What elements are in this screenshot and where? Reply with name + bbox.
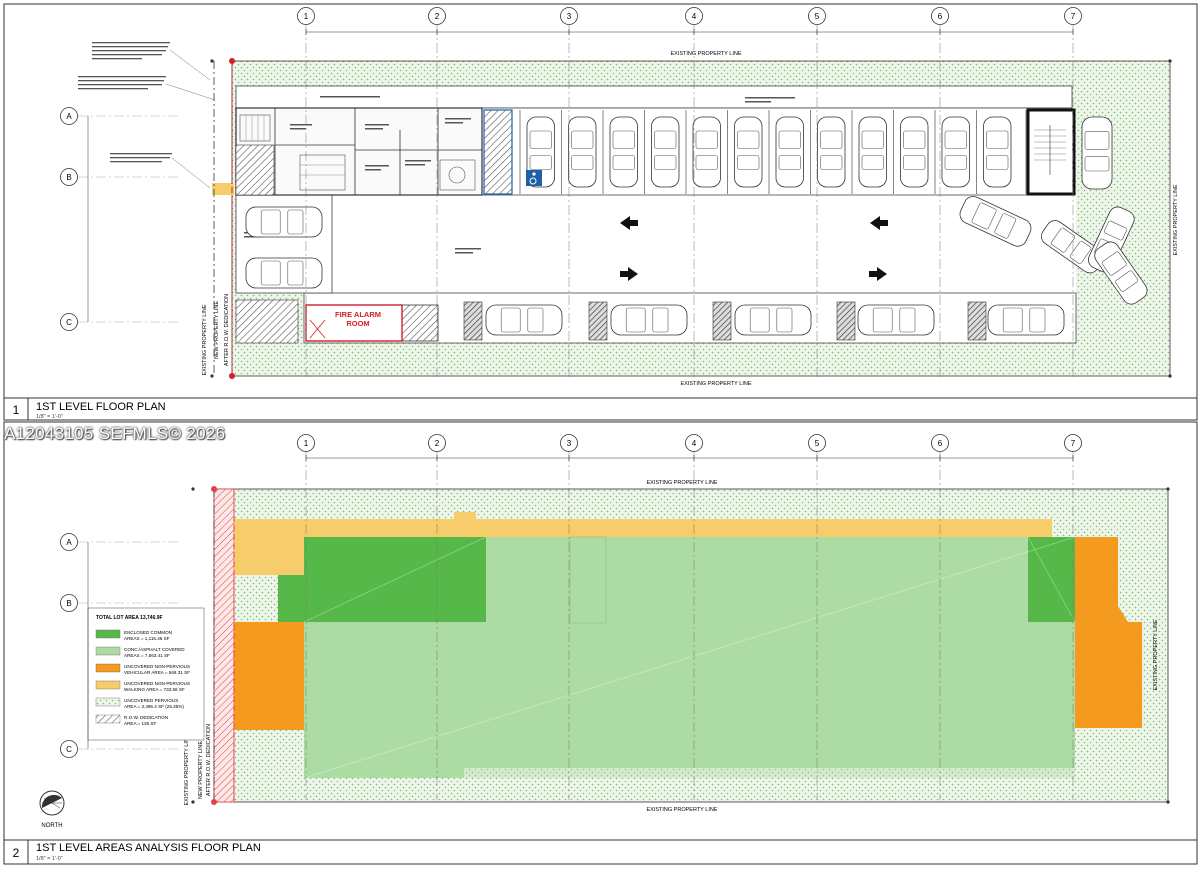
row-label: B — [66, 173, 71, 182]
plan1-titlebar — [3, 397, 1198, 421]
plan2-vehicular-left — [234, 622, 304, 730]
plan2-new-property-line: NEW PROPERTY LINE — [198, 741, 204, 800]
plan1-ada-access — [483, 109, 513, 195]
car-icon — [568, 116, 597, 188]
grid-label: 4 — [692, 439, 697, 448]
grid-label: 5 — [815, 12, 820, 21]
mls-watermark: A12043105 SEFMLS© 2026 — [4, 424, 226, 443]
legend-value: WALKING AREA = 733.56 SF — [124, 687, 185, 692]
north-label: NORTH — [41, 823, 62, 829]
car-icon — [609, 116, 638, 188]
plan1-row-dedication: AFTER R.O.W. DEDICATION — [224, 294, 230, 366]
grid-label: 3 — [567, 439, 572, 448]
plan2-scale: 1/8" = 1'-0" — [36, 856, 63, 862]
legend-label: R.O.W. DEDICATION — [124, 715, 168, 720]
car-icon — [734, 304, 812, 336]
plan1-drive-aisle — [236, 195, 1076, 293]
car-icon — [987, 304, 1065, 336]
legend-title: TOTAL LOT AREA 13,746.9F — [96, 615, 163, 621]
car-icon — [1081, 116, 1113, 190]
car-icon — [817, 116, 846, 188]
row-label: C — [66, 745, 72, 754]
plan1-notes — [78, 42, 172, 163]
grid-label: 2 — [435, 12, 440, 21]
plan1-new-property-line: NEW PROPERTY LINE — [214, 301, 220, 360]
plan2-property-line-left: EXISTING PROPERTY LINE — [184, 734, 190, 805]
north-arrow-icon — [39, 790, 65, 816]
row-label: A — [66, 112, 72, 121]
grid-label: 1 — [304, 439, 309, 448]
plan1-stair-tower — [1026, 108, 1076, 196]
plan1-property-line-left: EXISTING PROPERTY LINE — [202, 304, 208, 375]
legend-value: AREA = 135 SF — [124, 721, 156, 726]
plan1-property-line-bottom: EXISTING PROPERTY LINE — [680, 381, 751, 387]
legend-label: UNCOVERED NON-PERVIOUS — [124, 664, 190, 669]
legend-swatch — [95, 697, 121, 707]
grid-label: 7 — [1071, 439, 1076, 448]
car-icon — [651, 116, 680, 188]
plan1-property-line-top: EXISTING PROPERTY LINE — [670, 51, 741, 57]
legend-value: AREAS = 1,115.46 SF — [124, 636, 170, 641]
plan2-property-line-top: EXISTING PROPERTY LINE — [646, 480, 717, 486]
legend-swatch — [95, 629, 121, 639]
legend-swatch — [95, 680, 121, 690]
car-icon — [857, 304, 935, 336]
car-icon — [983, 116, 1012, 188]
car-icon — [245, 206, 323, 238]
car-icon — [245, 257, 323, 289]
row-label: C — [66, 318, 72, 327]
plan1-floor-plan: FIRE ALARM ROOM EXISTING PROPERTY LINE E… — [78, 42, 1179, 387]
grid-label: 4 — [692, 12, 697, 21]
car-icon — [900, 116, 929, 188]
grid-label: 7 — [1071, 12, 1076, 21]
legend-label: ENCLOSED COMMON — [124, 630, 172, 635]
legend-swatch — [95, 646, 121, 656]
legend-value: VEHICULAR AREA = 566.31 SF — [124, 670, 190, 675]
grid-label: 6 — [938, 439, 943, 448]
plan2-row-dedication: AFTER R.O.W. DEDICATION — [206, 724, 212, 796]
car-icon — [734, 116, 763, 188]
car-icon — [610, 304, 688, 336]
plan1-scale: 1/8" = 1'-0" — [36, 414, 63, 420]
legend-value: AREAS = 7,563.41 SF — [124, 653, 170, 658]
fire-alarm-room-label-1: FIRE ALARM — [335, 310, 381, 319]
legend-swatch — [95, 714, 121, 724]
plan2-walking-strip — [234, 519, 1052, 537]
plan2-property-line-bottom: EXISTING PROPERTY LINE — [646, 807, 717, 813]
grid-label: 1 — [304, 12, 309, 21]
car-icon — [941, 116, 970, 188]
row-label: B — [66, 599, 71, 608]
legend-swatch — [95, 663, 121, 673]
legend-label: CONC./ASPHALT COVERED — [124, 647, 185, 652]
plan1-property-line-right: EXISTING PROPERTY LINE — [1173, 184, 1179, 255]
grid-label: 3 — [567, 12, 572, 21]
plan2-number: 2 — [13, 846, 20, 860]
car-icon — [775, 116, 804, 188]
plan2-area-analysis: EXISTING PROPERTY LINE EXISTING PROPERTY… — [39, 480, 1170, 829]
plan2-row-dedication-area — [213, 488, 235, 803]
fire-alarm-room-label-2: ROOM — [346, 319, 369, 328]
legend-label: UNCOVERED PERVIOUS — [124, 698, 178, 703]
row-label: A — [66, 538, 72, 547]
plan2-title: 1ST LEVEL AREAS ANALYSIS FLOOR PLAN — [36, 842, 261, 854]
grid-label: 6 — [938, 12, 943, 21]
car-icon — [692, 116, 721, 188]
car-icon — [858, 116, 887, 188]
plan2-property-line-right: EXISTING PROPERTY LINE — [1153, 619, 1159, 690]
car-icon — [485, 304, 563, 336]
plan1-title: 1ST LEVEL FLOOR PLAN — [36, 401, 166, 413]
legend-value: AREA = 3,495.4 SF (25.35%) — [124, 704, 184, 709]
plan1-number: 1 — [13, 403, 20, 417]
grid-label: 2 — [435, 439, 440, 448]
legend-label: UNCOVERED NON-PERVIOUS — [124, 681, 190, 686]
grid-label: 5 — [815, 439, 820, 448]
plan2-walking-entry — [234, 537, 304, 575]
